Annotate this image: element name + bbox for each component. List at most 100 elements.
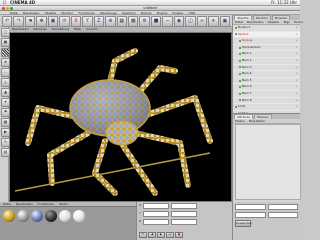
visibility-check-icon[interactable]: ✓ [295,78,298,84]
visibility-check-icon[interactable]: ✓ [295,45,298,51]
nurbs-icon[interactable]: ◉ [173,16,185,27]
object-tree-row[interactable]: Bein 5 ✓ [233,78,300,85]
x-axis-icon[interactable]: X [70,16,82,27]
object-label: Bein 2 [242,57,252,62]
visibility-check-icon[interactable]: ✓ [295,51,298,57]
object-icon [239,39,241,42]
visibility-check-icon[interactable]: ✓ [295,98,298,104]
scale-field[interactable] [267,212,298,218]
menu-item[interactable]: Bearbeiten [23,11,39,15]
om-menu-item[interactable]: Tags [283,20,290,24]
om-menu-item[interactable]: Bearbeiten [247,20,263,24]
object-icon [235,105,237,108]
rotation-field[interactable] [235,212,266,218]
apply-button[interactable]: Anwenden [235,220,252,227]
y-axis-icon[interactable]: Y [82,16,93,27]
menu-item[interactable]: Plugins [157,11,168,15]
redo-icon[interactable]: ↷ [13,16,24,27]
coord-x-field[interactable] [143,203,170,209]
material-gold[interactable] [3,210,15,222]
coord-x-size-field[interactable] [171,203,198,209]
object-tree-row[interactable]: Bein 8 ✓ [233,98,300,105]
minimize-icon[interactable] [6,7,9,10]
menu-item[interactable]: Werkzeuge [100,11,117,15]
coord-z-size-field[interactable] [171,219,198,225]
zoom-icon[interactable] [10,7,13,10]
menu-item[interactable]: Funktionen [78,11,95,15]
menu-item[interactable]: Selektion [122,11,136,15]
play-icon[interactable]: ▶ [157,232,165,238]
undo-icon[interactable]: ↶ [2,16,13,27]
z-axis-icon[interactable]: Z [93,16,105,27]
visibility-check-icon[interactable]: ✓ [295,38,298,44]
render-view-icon[interactable]: ▦ [116,16,127,27]
menu-item[interactable]: Fenster [172,11,183,15]
step-back-icon[interactable]: ◀ [148,232,156,238]
object-icon [239,59,241,62]
scale-icon[interactable]: ▣ [47,16,59,27]
object-tree-row[interactable]: Bein 4 ✓ [233,71,300,78]
render-settings-icon[interactable]: ⚙ [139,16,150,27]
object-tree-row[interactable]: Bein 6 ✓ [233,84,300,91]
om-menu-item[interactable]: Objekte [268,20,280,24]
spline-icon[interactable]: ∽ [162,16,173,27]
move-icon[interactable]: ✥ [36,16,47,27]
apple-icon[interactable]:  [3,0,6,5]
menu-item[interactable]: Hilfe [189,11,196,15]
object-tree-row[interactable]: Bein 1 ✓ [233,51,300,58]
3d-viewport[interactable] [9,32,232,202]
visibility-check-icon[interactable]: ✓ [295,91,298,97]
visibility-check-icon[interactable]: ✓ [295,25,298,31]
object-tree-row[interactable]: Spinnenbein ✓ [233,45,300,52]
coord-y-size-field[interactable] [170,211,197,217]
render-picture-icon[interactable]: ▩ [127,16,139,27]
object-tree-row[interactable]: Licht ✓ [233,104,300,111]
object-tree-row[interactable]: Spinne ✓ [233,31,300,39]
object-icon [239,72,241,75]
coord-z-field[interactable] [143,219,170,225]
material-white[interactable] [59,210,71,222]
am-menu-item[interactable]: Bearbeiten [249,119,265,123]
material-glow[interactable] [73,210,85,222]
object-tree-row[interactable]: Bein 7 ✓ [233,91,300,98]
app-menu-name[interactable]: CINEMA 4D [10,0,35,5]
menu-item[interactable]: Datei [10,11,18,15]
material-silver[interactable] [17,210,29,222]
cube-icon[interactable]: ■ [150,16,162,27]
visibility-check-icon[interactable]: ✓ [295,84,298,90]
object-tree-row[interactable]: Bein 2 ✓ [233,58,300,65]
close-icon[interactable] [2,7,5,10]
rotate-icon[interactable]: ⟳ [59,16,70,27]
object-tree-row[interactable]: Korpus ✓ [233,38,300,45]
go-to-end-icon[interactable]: ⏭ [166,232,174,238]
record-icon[interactable]: ● [175,232,183,238]
am-menu-item[interactable]: Modus [235,119,245,123]
go-to-start-icon[interactable]: ⏮ [139,232,147,238]
material-gem[interactable] [31,210,43,222]
position-field[interactable] [235,204,266,210]
menu-item[interactable]: Struktur [61,11,73,15]
visibility-check-icon[interactable]: ✓ [295,104,298,110]
om-menu-item[interactable]: Datei [235,20,243,24]
visibility-check-icon[interactable]: ✓ [295,65,298,71]
visibility-check-icon[interactable]: ✓ [295,32,298,38]
coord-y-field[interactable] [142,211,169,217]
visibility-check-icon[interactable]: ✓ [295,58,298,64]
window-title: untitled [143,6,157,10]
object-tree-row[interactable]: Boden.1 ✓ [233,25,300,32]
size-field[interactable] [267,204,298,210]
scene-icon[interactable]: ☀ [208,16,219,27]
visibility-check-icon[interactable]: ✓ [295,71,298,77]
om-menu-item[interactable]: Textur [294,20,303,24]
menu-item[interactable]: Objekte [45,11,57,15]
array-icon[interactable]: ◫ [185,16,196,27]
camera-icon[interactable]: ▣ [219,16,231,27]
deformer-icon[interactable]: ≈ [196,16,208,27]
menu-item[interactable]: Module [141,11,152,15]
object-tree-row[interactable]: Bein 3 ✓ [233,65,300,72]
material-dark[interactable] [45,210,57,222]
coordinate-system-icon[interactable]: ⊕ [105,16,116,27]
coord-x-label: X [139,203,142,207]
object-label: Korpus [242,38,253,43]
select-icon[interactable]: ☚ [24,16,36,27]
